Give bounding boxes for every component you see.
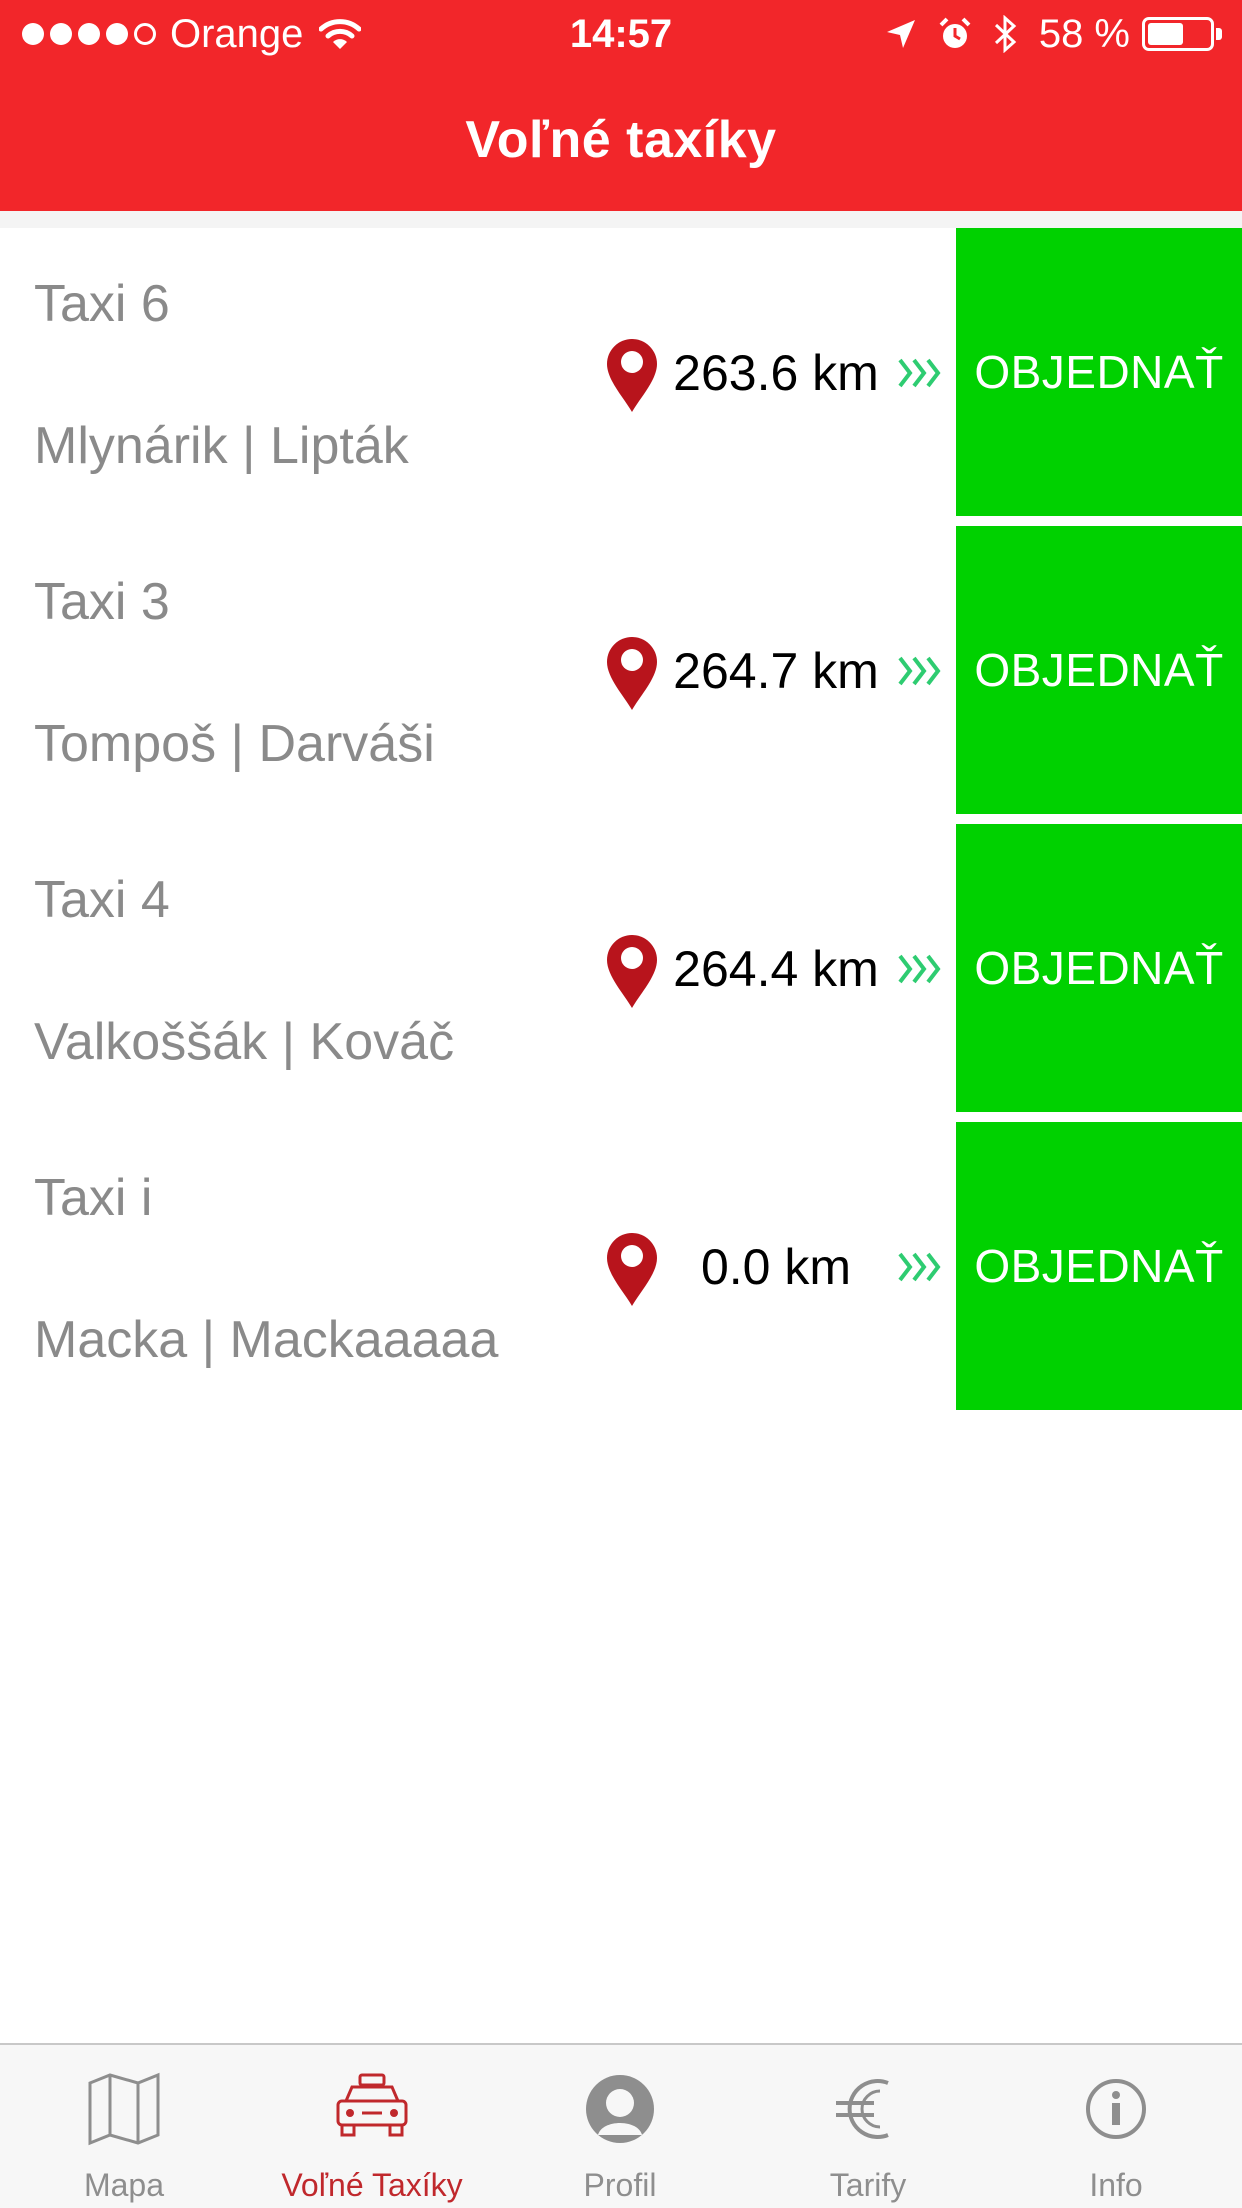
taxi-name: Taxi 4 (34, 871, 170, 929)
chevrons-right-icon (898, 656, 941, 686)
page-title: Voľné taxíky (465, 111, 777, 169)
taxi-drivers: Valkoššák | Kováč (34, 1013, 455, 1071)
chevrons-right-icon (898, 1252, 941, 1282)
tab-info[interactable]: Info (992, 2045, 1240, 2208)
map-icon (88, 2072, 160, 2146)
tab-profil[interactable]: Profil (496, 2045, 744, 2208)
battery-percent: 58 % (1038, 11, 1130, 56)
taxi-row: Taxi 4 Valkoššák | Kováč 264.4 km OBJEDN… (0, 824, 1242, 1122)
taxi-distance: 263.6 km (673, 345, 879, 401)
taxi-drivers: Macka | Mackaaaaa (34, 1311, 499, 1369)
status-bar: Orange 14:57 58 % (0, 0, 1242, 66)
tab-label: Info (1089, 2167, 1143, 2203)
order-button[interactable]: OBJEDNAŤ (956, 1122, 1242, 1410)
order-button[interactable]: OBJEDNAŤ (956, 526, 1242, 814)
location-pin-icon (607, 935, 657, 1008)
order-button[interactable]: OBJEDNAŤ (956, 228, 1242, 516)
screen: Orange 14:57 58 % Voľné taxíky Taxi 6 Ml… (0, 0, 1242, 2208)
list-top-divider (0, 211, 1242, 228)
tab-tarify[interactable]: Tarify (744, 2045, 992, 2208)
app-header: Orange 14:57 58 % Voľné taxíky (0, 0, 1242, 211)
tab-label: Tarify (829, 2167, 907, 2203)
taxi-row: Taxi 3 Tompoš | Darváši 264.7 km OBJEDNA… (0, 526, 1242, 824)
alarm-icon (939, 17, 971, 48)
taxi-distance: 264.4 km (673, 941, 879, 997)
tab-label: Voľné Taxíky (281, 2167, 463, 2203)
profile-icon (586, 2075, 654, 2143)
bluetooth-icon (994, 15, 1017, 53)
taxi-name: Taxi 3 (34, 573, 170, 631)
taxi-distance: 0.0 km (700, 1239, 852, 1295)
taxi-list: Taxi 6 Mlynárik | Lipták 263.6 km OBJEDN… (0, 228, 1242, 1420)
location-pin-icon (607, 637, 657, 710)
location-arrow-icon (886, 20, 915, 48)
location-pin-icon (607, 1233, 657, 1306)
chevrons-right-icon (898, 954, 941, 984)
euro-icon (836, 2079, 889, 2139)
tab-label: Mapa (83, 2167, 165, 2203)
taxi-row: Taxi 6 Mlynárik | Lipták 263.6 km OBJEDN… (0, 228, 1242, 526)
taxi-drivers: Mlynárik | Lipták (34, 417, 409, 475)
taxi-name: Taxi 6 (34, 275, 170, 333)
taxi-row: Taxi i Macka | Mackaaaaa 0.0 km OBJEDNAŤ (0, 1122, 1242, 1420)
taxi-icon (336, 2073, 408, 2137)
tab-mapa[interactable]: Mapa (0, 2045, 248, 2208)
tab-volne-taxiky[interactable]: Voľné Taxíky (248, 2045, 496, 2208)
taxi-name: Taxi i (34, 1169, 153, 1227)
battery-icon (1142, 17, 1222, 51)
tab-bar: Mapa Voľné Taxíky Profil Tarify Info (0, 2043, 1242, 2208)
taxi-distance: 264.7 km (673, 643, 879, 699)
tab-label: Profil (583, 2167, 657, 2203)
order-button[interactable]: OBJEDNAŤ (956, 824, 1242, 1112)
info-icon (1086, 2079, 1146, 2139)
chevrons-right-icon (898, 358, 941, 388)
location-pin-icon (607, 339, 657, 412)
taxi-drivers: Tompoš | Darváši (34, 715, 435, 773)
status-right: 58 % (865, 12, 1222, 56)
